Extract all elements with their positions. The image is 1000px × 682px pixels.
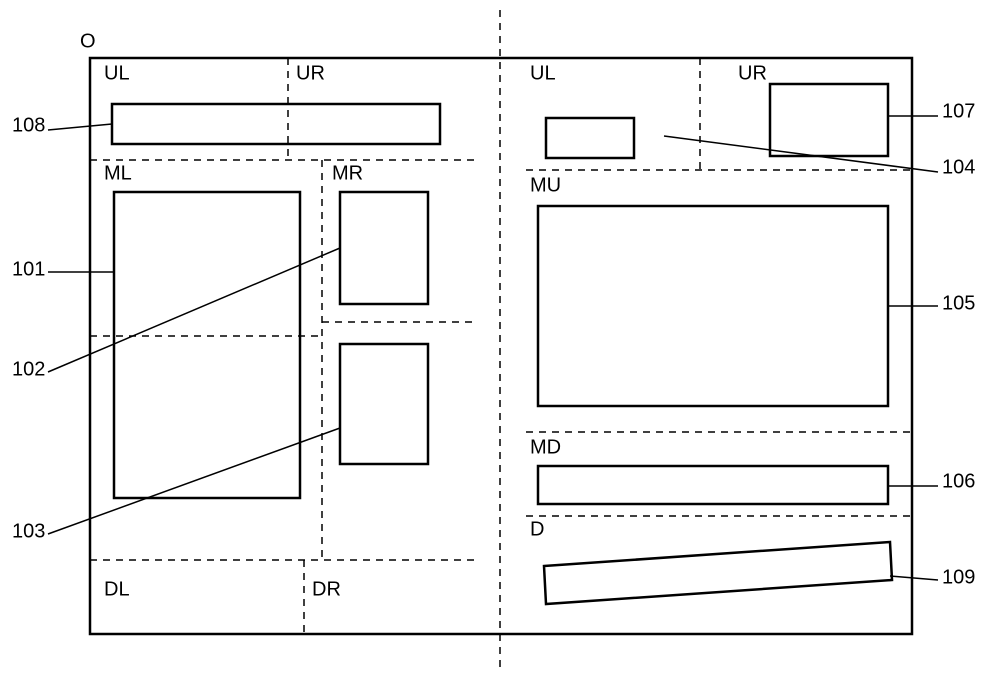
box-105: [538, 206, 888, 406]
left-ur-label: UR: [296, 63, 325, 85]
box-104: [546, 118, 634, 158]
left-ul-label: UL: [104, 63, 130, 85]
leader-104: [664, 136, 938, 172]
right-ur-label: UR: [738, 63, 767, 85]
right-mu-label: MU: [530, 175, 561, 197]
box-102: [340, 192, 428, 304]
callout-105: 105: [942, 293, 975, 315]
leader-108: [48, 124, 112, 130]
callout-107: 107: [942, 101, 975, 123]
left-half: UL UR ML MR DL DR: [90, 58, 476, 634]
right-d-label: D: [530, 519, 544, 541]
box-107: [770, 84, 888, 156]
box-108: [112, 104, 440, 144]
leader-109: [890, 576, 938, 580]
schematic-diagram: O UL UR ML MR DL DR UL UR MU MD D: [0, 0, 1000, 682]
left-mr-label: MR: [332, 163, 363, 185]
callout-102: 102: [12, 359, 45, 381]
leader-103: [48, 428, 340, 534]
callout-109: 109: [942, 567, 975, 589]
right-ul-label: UL: [530, 63, 556, 85]
callout-103: 103: [12, 521, 45, 543]
callout-104: 104: [942, 157, 975, 179]
left-dl-label: DL: [104, 579, 130, 601]
box-106: [538, 466, 888, 504]
leader-102: [48, 248, 340, 372]
callout-101: 101: [12, 259, 45, 281]
left-ml-label: ML: [104, 163, 132, 185]
left-dr-label: DR: [312, 579, 341, 601]
callout-108: 108: [12, 115, 45, 137]
box-103: [340, 344, 428, 464]
box-109: [544, 542, 892, 604]
right-half: UL UR MU MD D: [526, 58, 912, 604]
right-md-label: MD: [530, 437, 561, 459]
origin-label: O: [80, 31, 96, 53]
callout-106: 106: [942, 471, 975, 493]
